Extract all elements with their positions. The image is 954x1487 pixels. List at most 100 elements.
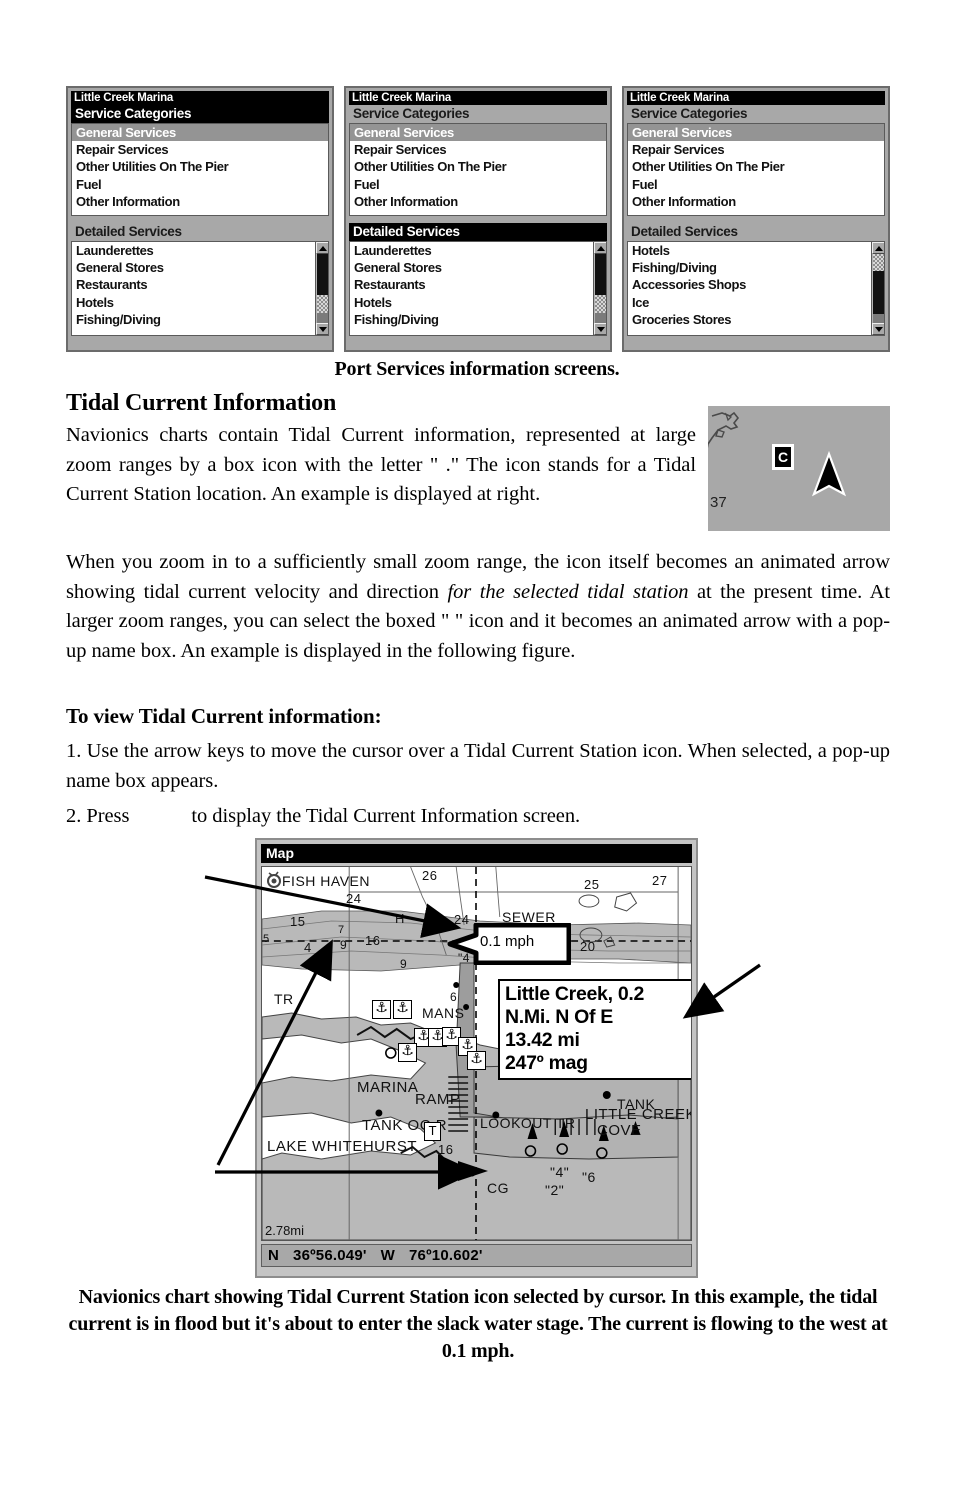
scrollbar[interactable] <box>315 242 328 335</box>
tidal-station-popup[interactable]: Little Creek, 0.2 N.Mi. N Of E 13.42 mi … <box>498 979 691 1080</box>
scroll-down-icon[interactable] <box>872 323 884 335</box>
service-categories-list[interactable]: General Services Repair Services Other U… <box>71 123 329 216</box>
scroll-up-icon[interactable] <box>872 242 884 254</box>
scrollbar[interactable] <box>871 242 884 335</box>
scrollbar-thumb[interactable] <box>873 271 884 315</box>
list-item[interactable]: Repair Services <box>628 141 884 158</box>
anchorage-icon[interactable]: ⚓ <box>393 1000 412 1019</box>
step-2: 2. Press to display the Tidal Current Inf… <box>66 802 890 832</box>
scrollbar-remainder <box>873 314 884 323</box>
list-item[interactable]: Hotels <box>350 294 606 311</box>
list-item[interactable]: Repair Services <box>350 141 606 158</box>
list-item[interactable]: Fishing/Diving <box>72 311 328 328</box>
list-item[interactable]: Other Utilities On The Pier <box>628 158 884 175</box>
step-1: 1. Use the arrow keys to move the cursor… <box>66 740 890 792</box>
popup-line: N.Mi. N Of E <box>505 1006 613 1028</box>
port-services-screens: Little Creek Marina Service Categories G… <box>66 86 890 352</box>
port-services-screen-2[interactable]: Little Creek Marina Service Categories G… <box>344 86 612 352</box>
detailed-services-list[interactable]: Launderettes General Stores Restaurants … <box>71 241 329 336</box>
scroll-up-icon[interactable] <box>316 242 328 254</box>
latitude-hemisphere: N <box>268 1247 280 1264</box>
list-item[interactable]: Fuel <box>628 176 884 193</box>
map-label: LOOKOUT TR <box>480 1115 576 1131</box>
service-categories-list[interactable]: General Services Repair Services Other U… <box>349 123 607 216</box>
tide-station-box-icon[interactable]: T <box>424 1122 441 1141</box>
map-label: "6 <box>582 1169 596 1185</box>
list-item[interactable]: Accessories Shops <box>628 276 884 293</box>
service-categories-header: Service Categories <box>71 105 329 123</box>
tidal-station-inset-map: C 37 <box>708 406 890 531</box>
scrollbar-track[interactable] <box>316 254 328 323</box>
map-label: 9 <box>400 957 408 971</box>
detailed-services-header: Detailed Services <box>627 223 885 241</box>
anchorage-icon[interactable]: ⚓ <box>372 1000 391 1019</box>
list-item[interactable]: General Services <box>350 124 606 142</box>
list-item[interactable]: Launderettes <box>72 242 328 259</box>
map-label: 24 <box>346 891 362 906</box>
map-label: H <box>395 911 405 926</box>
figure-1-caption: Port Services information screens. <box>334 358 620 380</box>
list-item[interactable]: Other Utilities On The Pier <box>72 158 328 175</box>
list-item[interactable]: Fuel <box>350 176 606 193</box>
scrollbar-track[interactable] <box>872 254 884 323</box>
figure-2-caption: Navionics chart showing Tidal Current St… <box>68 1286 888 1362</box>
list-item[interactable]: Ice <box>628 294 884 311</box>
scrollbar[interactable] <box>593 242 606 335</box>
list-item[interactable]: Fishing/Diving <box>628 259 884 276</box>
map-label: FISH HAVEN <box>282 873 370 889</box>
tidal-current-station-icon[interactable]: C <box>772 444 794 470</box>
cursor-arrow-icon <box>458 1161 488 1181</box>
detailed-services-list[interactable]: Launderettes General Stores Restaurants … <box>349 241 607 336</box>
boat-position-arrow-icon <box>811 450 847 497</box>
list-item[interactable]: General Stores <box>350 259 606 276</box>
scroll-up-icon[interactable] <box>594 242 606 254</box>
list-item[interactable]: Other Information <box>628 193 884 210</box>
detailed-services-list[interactable]: Hotels Fishing/Diving Accessories Shops … <box>627 241 885 336</box>
screen-title: Little Creek Marina <box>349 91 607 105</box>
list-item[interactable]: Fuel <box>72 176 328 193</box>
list-item[interactable]: Hotels <box>628 242 884 259</box>
service-categories-list[interactable]: General Services Repair Services Other U… <box>627 123 885 216</box>
list-item[interactable]: Restaurants <box>72 276 328 293</box>
map-label: TANK <box>617 1096 656 1112</box>
map-label: 25 <box>584 877 600 892</box>
list-item[interactable]: Other Information <box>350 193 606 210</box>
list-item[interactable]: Other Utilities On The Pier <box>350 158 606 175</box>
paragraph-2-italic: for the selected tidal station <box>447 580 689 603</box>
anchorage-icon[interactable]: ⚓ <box>398 1043 417 1062</box>
scrollbar-thumb[interactable] <box>317 254 328 296</box>
map-label: 27 <box>652 873 668 888</box>
longitude-hemisphere: W <box>380 1247 396 1264</box>
scroll-down-icon[interactable] <box>594 323 606 335</box>
scrollbar-remainder <box>595 313 606 323</box>
map-canvas[interactable]: FISH HAVEN 26 25 27 24 24 SEWER 15 H 7 5… <box>261 866 692 1241</box>
step-2-part-b: to display the Tidal Current Information… <box>191 805 581 827</box>
arrow-to-popup-box <box>682 963 761 1019</box>
list-item[interactable]: General Stores <box>72 259 328 276</box>
latitude-value: 36º56.049' <box>293 1247 367 1264</box>
map-screen-figure[interactable]: Map FISH HAVEN 26 25 27 24 24 SEWER 15 H… <box>255 838 698 1278</box>
port-services-screen-3[interactable]: Little Creek Marina Service Categories G… <box>622 86 890 352</box>
list-item[interactable]: General Services <box>72 124 328 142</box>
list-item[interactable]: Restaurants <box>350 276 606 293</box>
list-item[interactable]: Launderettes <box>350 242 606 259</box>
scrollbar-dither <box>873 254 884 272</box>
list-item[interactable]: Fishing/Diving <box>350 311 606 328</box>
scrollbar-remainder <box>317 313 328 323</box>
detailed-services-header: Detailed Services <box>71 223 329 241</box>
list-item[interactable]: Hotels <box>72 294 328 311</box>
scrollbar-thumb[interactable] <box>595 254 606 296</box>
subheading-to-view: To view Tidal Current information: <box>66 704 382 728</box>
scroll-down-icon[interactable] <box>316 323 328 335</box>
step-2-part-a: 2. Press <box>66 805 130 827</box>
list-item[interactable]: Groceries Stores <box>628 311 884 328</box>
scrollbar-dither <box>595 295 606 314</box>
list-item[interactable]: Repair Services <box>72 141 328 158</box>
detailed-services-header: Detailed Services <box>349 223 607 241</box>
scrollbar-track[interactable] <box>594 254 606 323</box>
screen-title: Little Creek Marina <box>71 91 329 105</box>
port-services-screen-1[interactable]: Little Creek Marina Service Categories G… <box>66 86 334 352</box>
list-item[interactable]: Other Information <box>72 193 328 210</box>
anchorage-icon[interactable]: ⚓ <box>467 1051 486 1070</box>
list-item[interactable]: General Services <box>628 124 884 142</box>
